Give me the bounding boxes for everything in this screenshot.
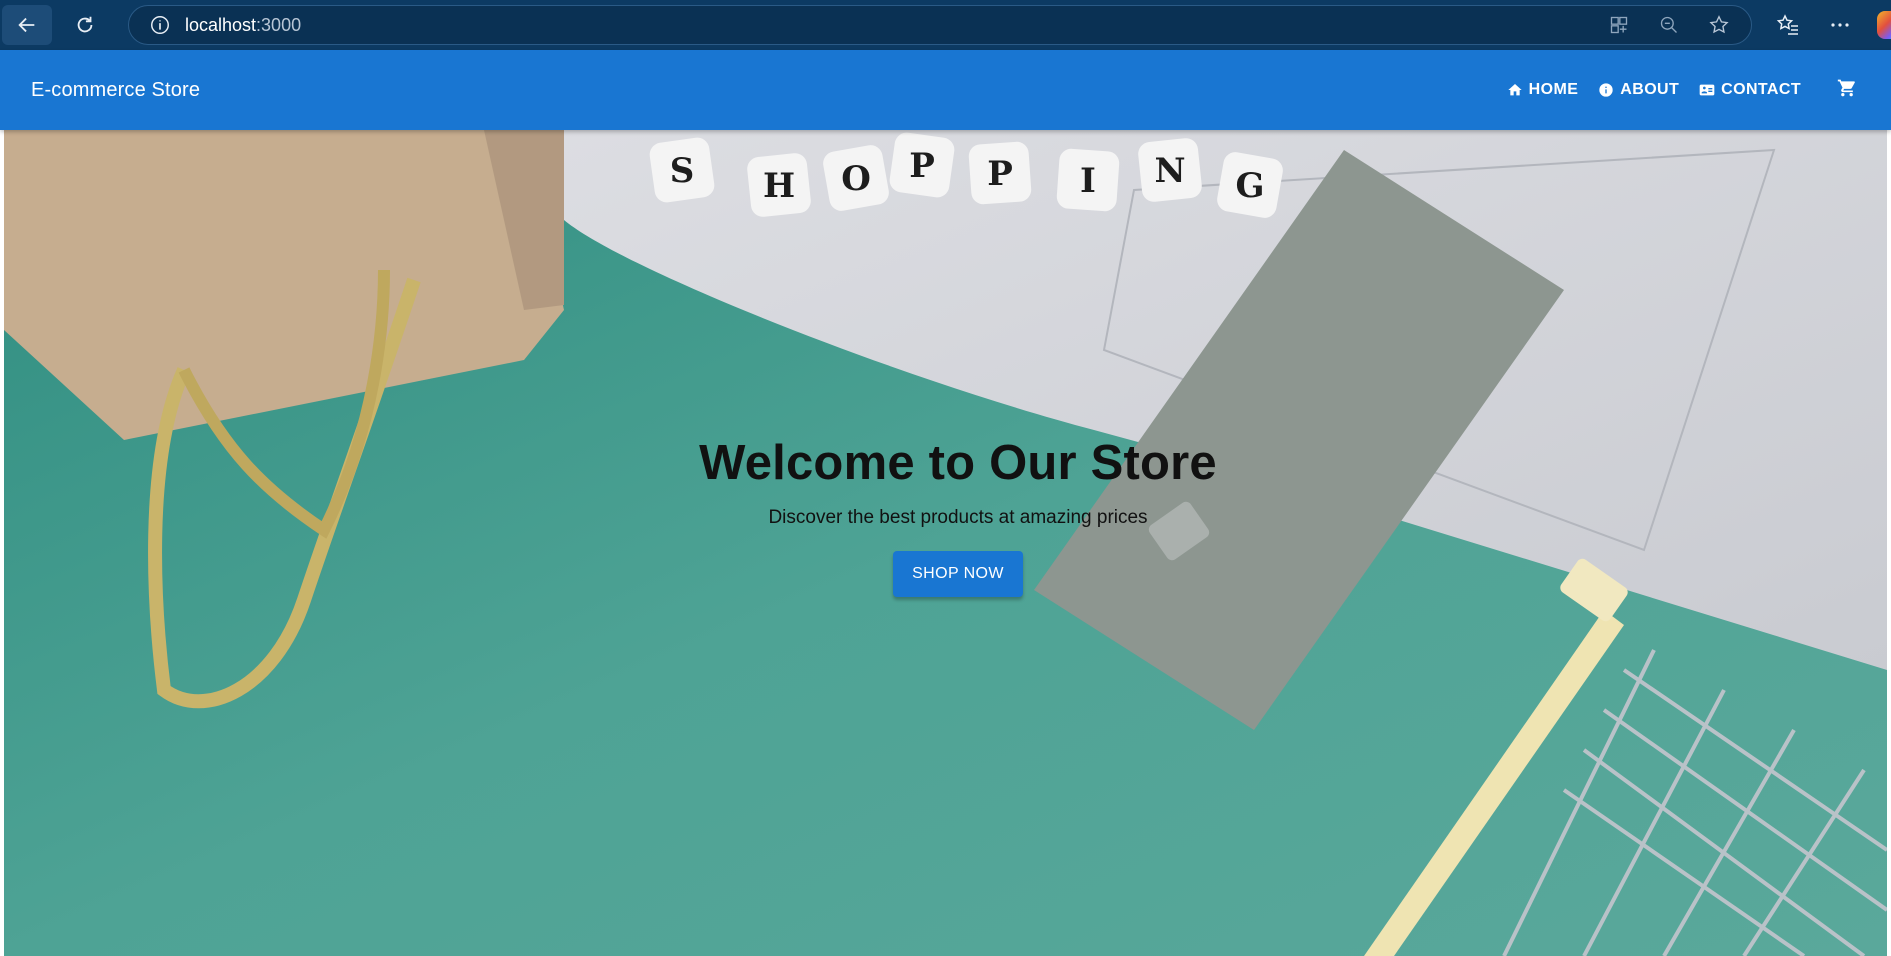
svg-text:N: N xyxy=(1154,151,1185,191)
svg-text:I: I xyxy=(1080,161,1096,201)
app-root: E-commerce Store HOME ABOUT CONTACT S H … xyxy=(0,50,1891,956)
shop-now-button[interactable]: SHOP NOW xyxy=(893,551,1023,597)
svg-text:G: G xyxy=(1235,166,1264,206)
page-scrollbar[interactable] xyxy=(1887,50,1891,956)
nav-home[interactable]: HOME xyxy=(1497,75,1589,105)
address-bar[interactable]: localhost:3000 xyxy=(128,5,1752,45)
more-options-icon[interactable] xyxy=(1826,11,1854,39)
browser-toolbar: localhost:3000 xyxy=(0,0,1891,50)
brand-title[interactable]: E-commerce Store xyxy=(31,79,200,102)
app-bar: E-commerce Store HOME ABOUT CONTACT xyxy=(0,50,1891,130)
nav-about-label: ABOUT xyxy=(1620,81,1680,98)
url-port: :3000 xyxy=(256,14,302,35)
favorites-icon[interactable] xyxy=(1774,11,1802,39)
favorite-star-icon[interactable] xyxy=(1705,11,1733,39)
shopping-cart-icon xyxy=(1837,79,1855,97)
svg-text:P: P xyxy=(987,154,1013,194)
copilot-icon[interactable] xyxy=(1877,11,1891,39)
cart-button[interactable] xyxy=(1837,78,1861,102)
info-icon xyxy=(1599,83,1613,97)
zoom-out-icon[interactable] xyxy=(1655,11,1683,39)
main-nav: HOME ABOUT CONTACT xyxy=(1497,75,1811,105)
hero-title: Welcome to Our Store xyxy=(699,436,1217,490)
nav-about[interactable]: ABOUT xyxy=(1588,75,1689,105)
svg-text:P: P xyxy=(909,146,935,186)
hero-content: Welcome to Our Store Discover the best p… xyxy=(4,435,1887,597)
nav-contact[interactable]: CONTACT xyxy=(1689,75,1811,105)
site-info-icon[interactable] xyxy=(149,14,171,36)
nav-contact-label: CONTACT xyxy=(1721,81,1801,98)
app-available-icon[interactable] xyxy=(1605,11,1633,39)
nav-home-label: HOME xyxy=(1528,81,1579,98)
svg-text:H: H xyxy=(763,166,795,206)
reload-icon xyxy=(77,16,93,33)
hero-banner: S H O P P I N G Welcome to Our Store Dis… xyxy=(4,130,1887,956)
arrow-left-icon xyxy=(18,17,35,33)
contact-card-icon xyxy=(1699,84,1715,96)
reload-button[interactable] xyxy=(60,5,110,45)
url-host: localhost xyxy=(185,14,257,35)
svg-text:S: S xyxy=(670,151,695,191)
home-icon xyxy=(1508,84,1522,96)
back-button[interactable] xyxy=(2,5,52,45)
hero-subtitle: Discover the best products at amazing pr… xyxy=(768,507,1148,528)
svg-text:O: O xyxy=(841,159,871,199)
